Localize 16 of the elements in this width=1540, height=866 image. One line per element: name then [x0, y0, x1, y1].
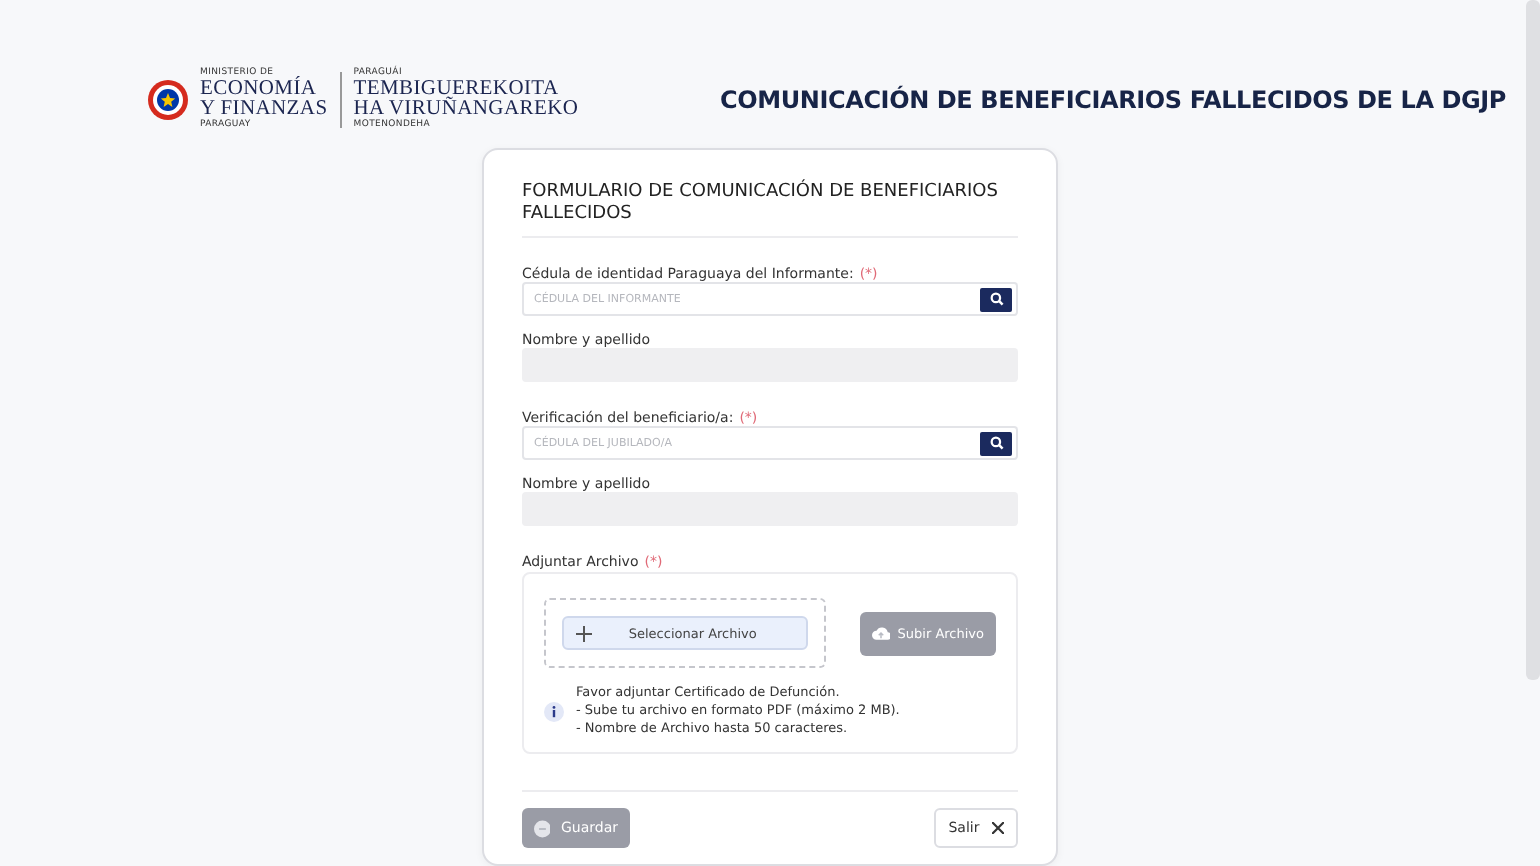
- circle-icon: [534, 819, 551, 837]
- search-button[interactable]: [980, 431, 1012, 455]
- search-icon: [989, 292, 1003, 306]
- emblem-icon: [146, 78, 190, 122]
- logo-text: Y FINANZAS: [200, 100, 328, 120]
- plus-icon: [576, 625, 592, 641]
- search-icon: [989, 436, 1003, 450]
- page-title: COMUNICACIÓN DE BENEFICIARIOS FALLECIDOS DE LA DGJP: [720, 86, 1507, 114]
- logo-text: ECONOMÍA: [200, 79, 319, 100]
- logo-text: TEMBIGUEREKOITA: [353, 79, 559, 99]
- form-title: FORMULARIO DE COMUNICACIÓN DE BENEFICIARIOS FALLECIDOS: [522, 182, 1000, 226]
- cloud-upload-icon: [871, 626, 890, 640]
- search-button[interactable]: [980, 287, 1012, 311]
- info-icon: [544, 701, 564, 721]
- close-icon: [991, 822, 1004, 834]
- scrollbar-thumb[interactable]: [1526, 0, 1540, 680]
